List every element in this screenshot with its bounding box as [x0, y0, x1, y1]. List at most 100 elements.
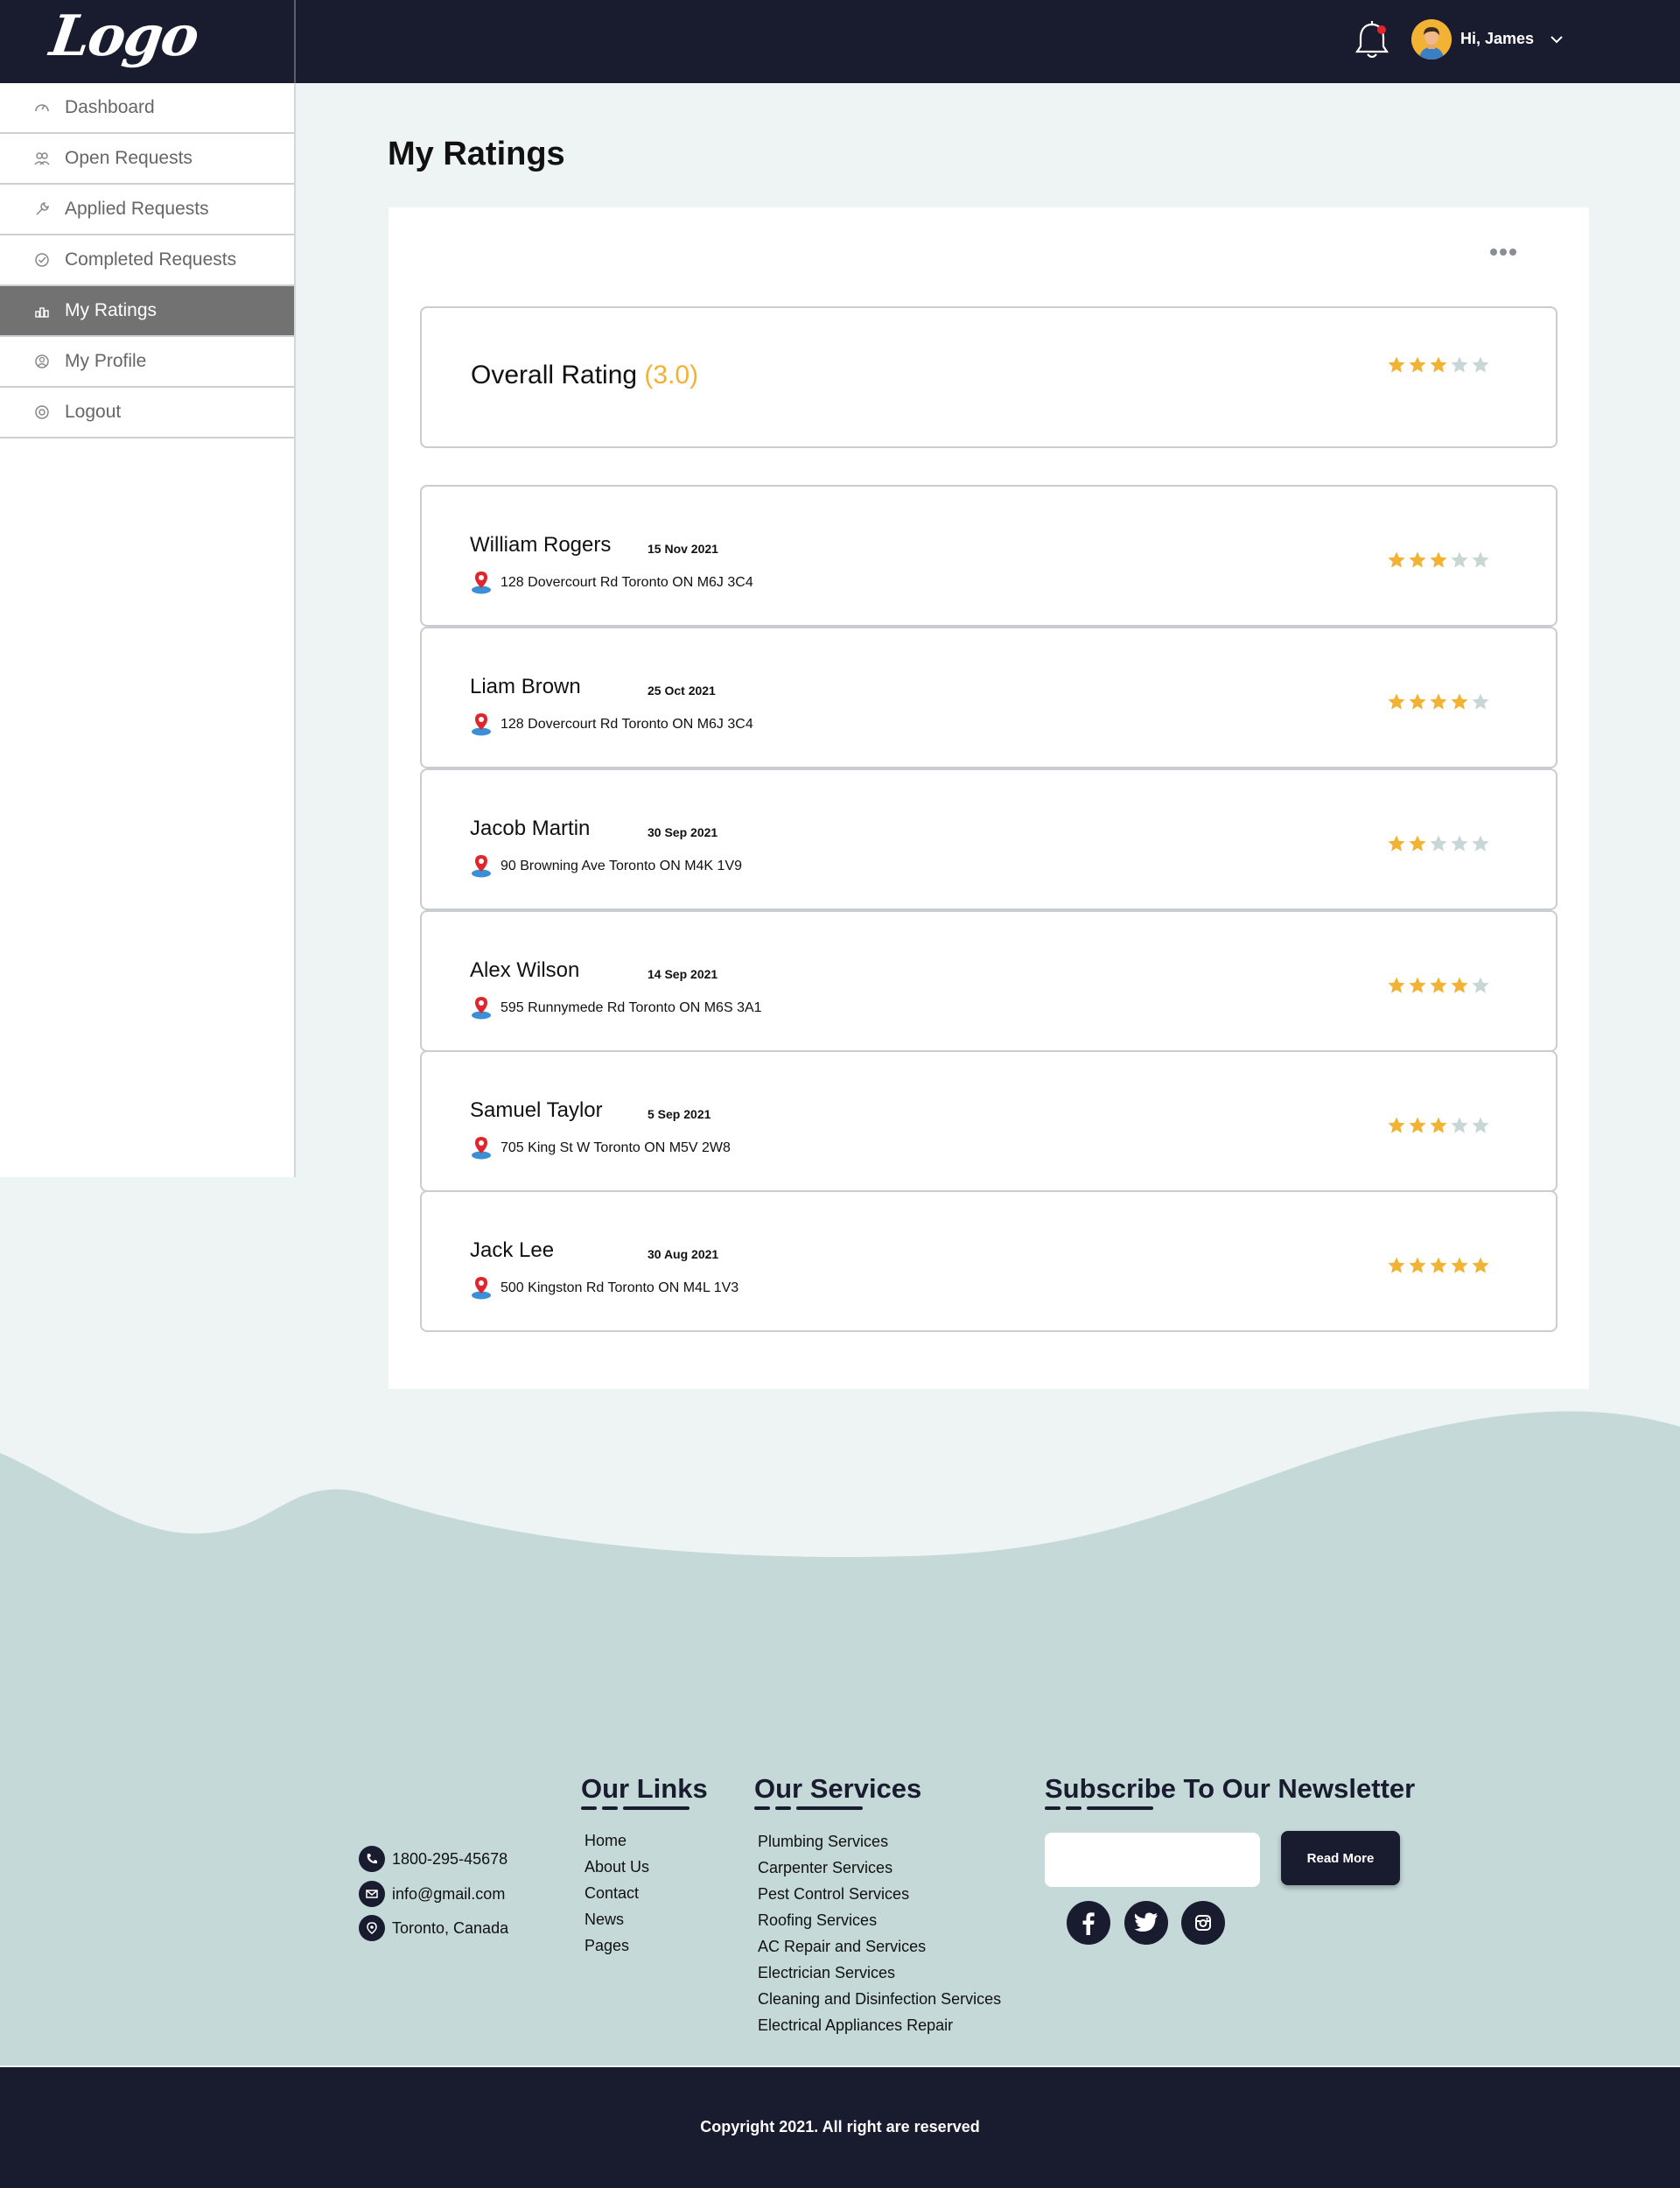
- sidebar-item-logout[interactable]: Logout: [0, 388, 294, 438]
- more-dots-icon[interactable]: [1488, 243, 1519, 261]
- star-filled-icon: [1451, 1257, 1468, 1273]
- review-card: Alex Wilson 14 Sep 2021 595 Runnymede Rd…: [420, 910, 1558, 1052]
- footer-service-link[interactable]: Carpenter Services: [758, 1859, 892, 1877]
- overall-rating-card: Overall Rating (3.0): [420, 306, 1558, 448]
- sidebar-item-my-profile[interactable]: My Profile: [0, 337, 294, 388]
- reviewer-name: Alex Wilson: [470, 958, 580, 982]
- heading-underline: [602, 1806, 618, 1810]
- star-filled-icon: [1472, 1257, 1489, 1273]
- sidebar-item-applied-requests[interactable]: Applied Requests: [0, 185, 294, 235]
- star-filled-icon: [1451, 977, 1468, 993]
- star-filled-icon: [1388, 356, 1405, 373]
- reviewer-name: Liam Brown: [470, 675, 581, 698]
- review-date: 30 Sep 2021: [648, 825, 718, 839]
- footer-service-link[interactable]: Pest Control Services: [758, 1885, 909, 1904]
- reviewer-name: Jack Lee: [470, 1238, 555, 1262]
- review-address: 90 Browning Ave Toronto ON M4K 1V9: [500, 859, 743, 873]
- star-filled-icon: [1388, 1257, 1405, 1273]
- review-card: William Rogers 15 Nov 2021 128 Dovercour…: [420, 485, 1558, 627]
- star-empty-icon: [1472, 356, 1489, 373]
- star-empty-icon: [1451, 551, 1468, 568]
- footer-service-link[interactable]: Cleaning and Disinfection Services: [758, 1990, 1001, 2009]
- bell-icon[interactable]: [1353, 19, 1391, 63]
- star-empty-icon: [1472, 551, 1489, 568]
- review-card: Jack Lee 30 Aug 2021 500 Kingston Rd Tor…: [420, 1190, 1558, 1332]
- profile-icon: [35, 354, 49, 368]
- overall-rating-label: Overall Rating: [471, 361, 638, 389]
- sidebar-item-label: Logout: [65, 402, 122, 422]
- star-filled-icon: [1409, 977, 1426, 993]
- review-address: 500 Kingston Rd Toronto ON M4L 1V3: [500, 1280, 739, 1295]
- location-pin-icon: [470, 712, 493, 736]
- star-rating: [1387, 834, 1490, 853]
- star-empty-icon: [1472, 835, 1489, 852]
- heading-underline: [1087, 1806, 1153, 1810]
- sidebar-item-open-requests[interactable]: Open Requests: [0, 134, 294, 185]
- review-card: Jacob Martin 30 Sep 2021 90 Browning Ave…: [420, 768, 1558, 910]
- gauge-icon: [35, 104, 49, 112]
- instagram-icon[interactable]: [1181, 1901, 1225, 1945]
- star-filled-icon: [1409, 693, 1426, 710]
- facebook-icon[interactable]: [1067, 1901, 1110, 1945]
- footer-service-link[interactable]: Electrician Services: [758, 1964, 895, 1982]
- star-rating: [1387, 1256, 1490, 1275]
- location-pin-icon: [470, 1135, 493, 1160]
- footer-contact-phone[interactable]: 1800-295-45678: [359, 1846, 508, 1872]
- sidebar-item-completed-requests[interactable]: Completed Requests: [0, 235, 294, 286]
- notification-dot: [1377, 25, 1386, 34]
- review-date: 14 Sep 2021: [648, 967, 718, 981]
- user-avatar[interactable]: [1411, 19, 1452, 60]
- star-empty-icon: [1451, 835, 1468, 852]
- sidebar-item-label: Dashboard: [65, 97, 155, 117]
- newsletter-email-input[interactable]: [1045, 1833, 1260, 1887]
- location-pin-icon: [470, 570, 493, 594]
- logout-icon: [35, 405, 49, 419]
- sidebar-item-my-ratings[interactable]: My Ratings: [0, 286, 294, 337]
- star-empty-icon: [1472, 1117, 1489, 1133]
- footer-link-pages[interactable]: Pages: [584, 1937, 629, 1955]
- heading-underline: [1045, 1806, 1060, 1810]
- footer-link-contact[interactable]: Contact: [584, 1884, 639, 1903]
- footer-service-link[interactable]: Plumbing Services: [758, 1833, 888, 1851]
- location-pin-icon: [470, 853, 493, 878]
- star-filled-icon: [1430, 977, 1447, 993]
- star-filled-icon: [1409, 835, 1426, 852]
- footer-link-home[interactable]: Home: [584, 1832, 626, 1850]
- sidebar-item-label: Completed Requests: [65, 249, 237, 270]
- review-card: Samuel Taylor 5 Sep 2021 705 King St W T…: [420, 1050, 1558, 1192]
- footer-service-link[interactable]: Roofing Services: [758, 1911, 877, 1930]
- contact-text: Toronto, Canada: [392, 1918, 509, 1937]
- page-title: My Ratings: [388, 136, 565, 172]
- sidebar-item-dashboard[interactable]: Dashboard: [0, 83, 294, 134]
- heading-underline: [1066, 1806, 1082, 1810]
- logo[interactable]: Logo: [46, 4, 202, 69]
- read-more-button[interactable]: Read More: [1281, 1831, 1400, 1885]
- star-filled-icon: [1388, 835, 1405, 852]
- check-circle-icon: [35, 253, 49, 267]
- review-card: Liam Brown 25 Oct 2021 128 Dovercourt Rd…: [420, 627, 1558, 768]
- twitter-icon[interactable]: [1124, 1901, 1168, 1945]
- services-heading: Our Services: [754, 1773, 922, 1804]
- chevron-down-icon[interactable]: [1547, 30, 1566, 49]
- overall-rating-value: (3.0): [644, 361, 699, 389]
- star-filled-icon: [1430, 1257, 1447, 1273]
- user-greeting[interactable]: Hi, James: [1460, 30, 1534, 48]
- star-filled-icon: [1409, 356, 1426, 373]
- footer-contact-email[interactable]: info@gmail.com: [359, 1881, 505, 1907]
- star-rating: [1387, 355, 1490, 375]
- footer-link-news[interactable]: News: [584, 1911, 624, 1929]
- logo-container[interactable]: Logo: [0, 0, 296, 83]
- star-filled-icon: [1409, 551, 1426, 568]
- footer-service-link[interactable]: Electrical Appliances Repair: [758, 2016, 953, 2035]
- reviewer-name: Samuel Taylor: [470, 1098, 603, 1122]
- location-pin-icon: [470, 1275, 493, 1300]
- heading-underline: [775, 1806, 791, 1810]
- reviewer-name: William Rogers: [470, 533, 612, 557]
- heading-underline: [796, 1806, 863, 1810]
- location-pin-icon: [470, 995, 493, 1020]
- contact-text: 1800-295-45678: [392, 1849, 508, 1868]
- star-rating: [1387, 692, 1490, 712]
- footer-service-link[interactable]: AC Repair and Services: [758, 1938, 926, 1956]
- review-address: 705 King St W Toronto ON M5V 2W8: [500, 1140, 731, 1155]
- footer-link-about[interactable]: About Us: [584, 1858, 649, 1876]
